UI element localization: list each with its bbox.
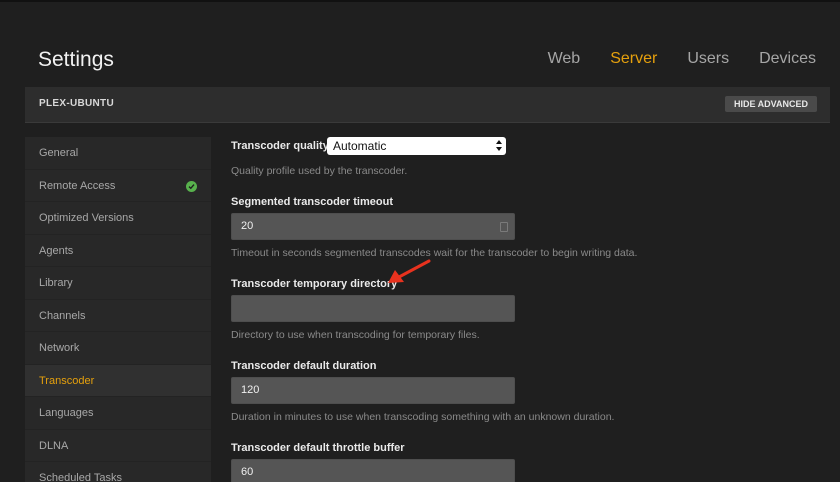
- hide-advanced-button[interactable]: HIDE ADVANCED: [724, 96, 817, 112]
- sidebar-item-languages[interactable]: Languages: [25, 397, 211, 430]
- sidebar-item-label: Network: [39, 342, 80, 354]
- throttle-buffer-label: Transcoder default throttle buffer: [231, 442, 405, 454]
- sidebar-item-agents[interactable]: Agents: [25, 235, 211, 267]
- segmented-timeout-value: 20: [241, 220, 254, 232]
- sidebar-item-optimized-versions[interactable]: Optimized Versions: [25, 202, 211, 235]
- default-duration-value: 120: [241, 384, 260, 396]
- tab-users[interactable]: Users: [687, 50, 729, 68]
- temp-directory-input[interactable]: [231, 295, 515, 322]
- number-stepper-icon[interactable]: [500, 222, 508, 232]
- server-bar: PLEX-UBUNTU HIDE ADVANCED: [25, 87, 830, 123]
- sidebar-item-label: General: [39, 147, 79, 159]
- select-arrows-icon: [496, 140, 502, 151]
- transcoder-quality-value: Automatic: [333, 139, 387, 153]
- segmented-timeout-input[interactable]: 20: [231, 213, 515, 240]
- transcoder-quality-help: Quality profile used by the transcoder.: [231, 165, 408, 177]
- tab-server[interactable]: Server: [610, 50, 657, 68]
- default-duration-input[interactable]: 120: [231, 377, 515, 404]
- settings-sidebar: General Remote Access Optimized Versions…: [25, 137, 211, 482]
- tab-web[interactable]: Web: [548, 50, 581, 68]
- sidebar-item-transcoder[interactable]: Transcoder: [25, 364, 211, 397]
- sidebar-item-label: Scheduled Tasks: [39, 472, 122, 482]
- sidebar-item-label: DLNA: [39, 439, 69, 452]
- sidebar-item-label: Optimized Versions: [39, 212, 134, 224]
- sidebar-item-label: Transcoder: [39, 374, 95, 387]
- segmented-timeout-help: Timeout in seconds segmented transcodes …: [231, 247, 638, 259]
- server-name: PLEX-UBUNTU: [39, 98, 114, 109]
- sidebar-item-label: Remote Access: [39, 179, 116, 192]
- default-duration-label: Transcoder default duration: [231, 360, 377, 372]
- sidebar-item-dlna[interactable]: DLNA: [25, 430, 211, 462]
- sidebar-item-remote-access[interactable]: Remote Access: [25, 170, 211, 202]
- transcoder-quality-select[interactable]: Automatic: [327, 137, 506, 155]
- page-title: Settings: [38, 48, 114, 71]
- sidebar-item-general[interactable]: General: [25, 137, 211, 170]
- settings-tabs: Web Server Users Devices: [518, 50, 816, 68]
- sidebar-item-label: Channels: [39, 309, 86, 322]
- sidebar-item-label: Library: [39, 277, 73, 289]
- sidebar-item-label: Agents: [39, 244, 74, 257]
- sidebar-item-channels[interactable]: Channels: [25, 300, 211, 332]
- temp-directory-help: Directory to use when transcoding for te…: [231, 329, 480, 341]
- sidebar-item-network[interactable]: Network: [25, 332, 211, 365]
- sidebar-item-label: Languages: [39, 407, 94, 419]
- temp-directory-label: Transcoder temporary directory: [231, 278, 398, 290]
- default-duration-help: Duration in minutes to use when transcod…: [231, 411, 615, 423]
- window-top-edge: [0, 0, 840, 2]
- tab-devices[interactable]: Devices: [759, 50, 816, 68]
- segmented-timeout-label: Segmented transcoder timeout: [231, 196, 393, 208]
- annotation-arrow-icon: [388, 259, 431, 283]
- check-icon: [186, 180, 197, 192]
- sidebar-item-library[interactable]: Library: [25, 267, 211, 300]
- sidebar-item-scheduled-tasks[interactable]: Scheduled Tasks: [25, 462, 211, 482]
- throttle-buffer-value: 60: [241, 466, 254, 478]
- throttle-buffer-input[interactable]: 60: [231, 459, 515, 482]
- transcoder-quality-label: Transcoder quality: [231, 140, 329, 152]
